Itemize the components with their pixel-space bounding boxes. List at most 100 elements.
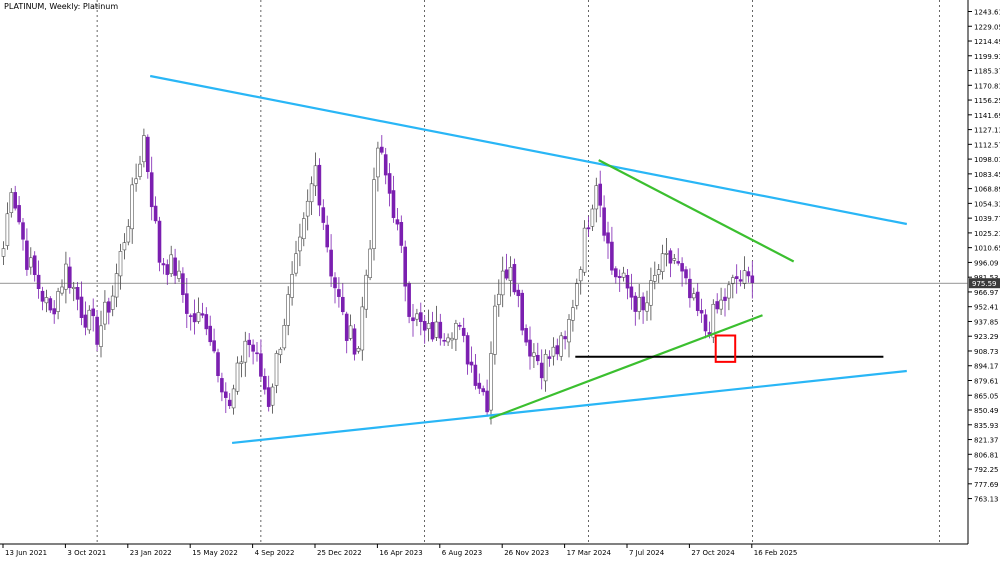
candle-bull bbox=[177, 270, 181, 279]
x-tick-label: 7 Jul 2024 bbox=[629, 549, 665, 557]
green-support-line bbox=[489, 314, 763, 420]
candle-bear bbox=[750, 275, 755, 284]
candle-bull bbox=[122, 242, 127, 251]
candle-bear bbox=[442, 339, 447, 342]
candle-bear bbox=[161, 263, 166, 266]
x-tick-label: 27 Oct 2024 bbox=[691, 549, 735, 557]
candle-bear bbox=[695, 291, 700, 311]
candle-bear bbox=[680, 263, 684, 272]
candle-bear bbox=[212, 340, 216, 352]
candle-bull bbox=[574, 283, 579, 306]
y-tick-label: 1229.05 bbox=[974, 23, 1000, 31]
candle-bear bbox=[379, 146, 384, 153]
candle-bull bbox=[298, 236, 302, 252]
candle-bear bbox=[625, 274, 630, 289]
candle-bear bbox=[262, 376, 267, 390]
candle-bull bbox=[711, 303, 716, 338]
candle-bear bbox=[173, 257, 177, 276]
y-tick-label: 879.61 bbox=[974, 378, 999, 386]
y-tick-label: 937.85 bbox=[974, 318, 999, 326]
y-tick-label: 763.13 bbox=[974, 496, 999, 504]
price-chart[interactable]: 1243.61 1229.05 1214.49 1199.93 1185.37 1170.… bbox=[0, 0, 1000, 559]
candle-bear bbox=[149, 172, 154, 208]
candle-bear bbox=[586, 227, 591, 230]
candle-bear bbox=[629, 286, 634, 298]
candle-bull bbox=[56, 291, 60, 312]
x-tick-label: 3 Oct 2021 bbox=[67, 549, 106, 557]
candle-bear bbox=[83, 314, 88, 328]
candle-bear bbox=[48, 298, 53, 311]
y-tick-label: 1098.01 bbox=[974, 156, 1000, 164]
candle-bear bbox=[528, 339, 532, 357]
y-tick-label: 1025.21 bbox=[974, 230, 1000, 238]
y-tick-label: 952.41 bbox=[974, 304, 999, 312]
y-tick-label: 865.05 bbox=[974, 392, 999, 400]
x-tick-label: 23 Jan 2022 bbox=[130, 549, 172, 557]
y-tick-label: 1199.93 bbox=[974, 53, 1000, 61]
candle-bear bbox=[146, 136, 150, 172]
candle-bear bbox=[344, 313, 349, 341]
candle-bear bbox=[192, 313, 197, 323]
candle-bear bbox=[188, 315, 193, 317]
candle-bear bbox=[606, 232, 610, 244]
candle-bear bbox=[387, 173, 392, 194]
y-tick-label: 1127.13 bbox=[974, 127, 1000, 135]
upper-triangle-line bbox=[149, 74, 908, 226]
candle-bull bbox=[294, 253, 298, 274]
candle-bear bbox=[602, 207, 606, 236]
candle-bull bbox=[301, 218, 306, 240]
candle-bear bbox=[524, 328, 528, 343]
y-tick-label: 821.37 bbox=[974, 437, 999, 445]
candle-bear bbox=[477, 382, 482, 389]
chart-svg[interactable]: 1243.61 1229.05 1214.49 1199.93 1185.37 1170.… bbox=[0, 0, 1000, 559]
candle-bull bbox=[231, 388, 236, 409]
candle-bull bbox=[103, 301, 107, 325]
candle-bull bbox=[727, 284, 731, 299]
candle-bull bbox=[559, 335, 564, 357]
y-tick-label: 835.93 bbox=[974, 422, 999, 430]
candle-bull bbox=[87, 309, 92, 331]
highlight-box bbox=[714, 334, 737, 363]
candle-bull bbox=[567, 319, 571, 343]
candle-bear bbox=[266, 387, 271, 407]
candle-bear bbox=[617, 276, 622, 278]
candle-bull bbox=[110, 295, 115, 310]
candle-bull bbox=[196, 312, 201, 322]
candle-bull bbox=[305, 200, 310, 217]
candle-bear bbox=[75, 287, 80, 300]
candle-bear bbox=[535, 354, 540, 362]
candle-bear bbox=[13, 192, 17, 209]
candle-bull bbox=[532, 352, 536, 357]
candle-bear bbox=[633, 295, 638, 312]
candle-bull bbox=[278, 348, 283, 356]
candle-bear bbox=[251, 344, 255, 352]
candle-bear bbox=[337, 289, 341, 297]
candle-bear bbox=[699, 310, 704, 314]
y-tick-label: 1083.45 bbox=[974, 171, 1000, 179]
candle-bull bbox=[656, 269, 661, 275]
candle-bull bbox=[64, 263, 68, 290]
candle-bull bbox=[551, 346, 556, 357]
candle-bull bbox=[446, 337, 450, 343]
candle-bull bbox=[496, 293, 501, 305]
candle-bull bbox=[434, 321, 439, 338]
candle-bull bbox=[130, 184, 134, 230]
x-tick-label: 4 Sep 2022 bbox=[255, 549, 295, 557]
candle-bull bbox=[376, 147, 380, 178]
candle-bull bbox=[489, 353, 493, 411]
candle-bull bbox=[508, 266, 513, 281]
candle-bear bbox=[461, 327, 466, 336]
candle-bull bbox=[138, 163, 142, 177]
candle-bear bbox=[469, 361, 474, 366]
candle-bear bbox=[153, 205, 158, 222]
y-tick-label: 850.49 bbox=[974, 407, 999, 415]
candle-bull bbox=[578, 269, 583, 282]
x-tick-label: 16 Feb 2025 bbox=[754, 549, 798, 557]
y-tick-label: 894.17 bbox=[974, 363, 999, 371]
candle-bear bbox=[715, 301, 720, 310]
candle-bear bbox=[485, 390, 489, 413]
y-tick-label: 1214.49 bbox=[974, 38, 1000, 46]
candle-bear bbox=[473, 364, 478, 386]
candle-bull bbox=[348, 325, 353, 339]
candle-bull bbox=[571, 307, 575, 321]
